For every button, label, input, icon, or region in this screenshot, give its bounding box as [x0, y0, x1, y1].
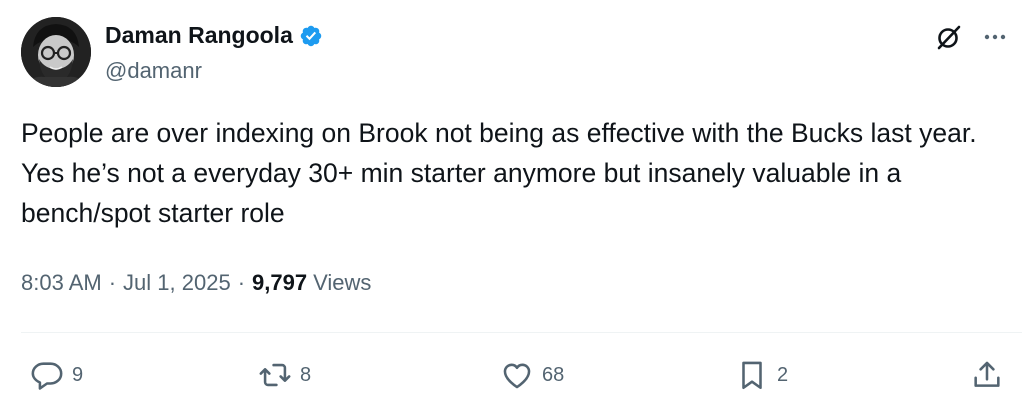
reply-count: 9 [72, 363, 84, 386]
bookmark-icon [735, 358, 769, 392]
tweet-meta: 8:03 AM · Jul 1, 2025 · 9,797 Views [21, 270, 371, 296]
more-icon[interactable] [982, 24, 1008, 50]
views-count[interactable]: 9,797 [252, 270, 307, 296]
repost-count: 8 [300, 363, 312, 386]
views-label[interactable]: Views [313, 270, 371, 296]
top-actions [934, 22, 1008, 52]
meta-separator: · [108, 270, 117, 295]
meta-separator: · [237, 270, 246, 295]
grok-icon[interactable] [934, 22, 964, 52]
share-icon [970, 358, 1004, 392]
tweet-time[interactable]: 8:03 AM [21, 270, 102, 296]
author-name-row[interactable]: Daman Rangoola [105, 22, 323, 49]
heart-icon [500, 358, 534, 392]
author-handle[interactable]: @damanr [105, 58, 202, 84]
author-display-name[interactable]: Daman Rangoola [105, 22, 293, 49]
like-button[interactable]: 68 [500, 358, 564, 392]
like-count: 68 [542, 363, 565, 386]
repost-icon [258, 358, 292, 392]
avatar[interactable] [21, 17, 91, 87]
divider [21, 332, 1022, 333]
bookmark-count: 2 [777, 363, 789, 386]
verified-badge-icon[interactable] [299, 24, 323, 48]
bookmark-button[interactable]: 2 [735, 358, 788, 392]
repost-button[interactable]: 8 [258, 358, 311, 392]
reply-button[interactable]: 9 [30, 358, 83, 392]
tweet-card: Daman Rangoola @damanr People are over i… [0, 0, 1022, 403]
share-button[interactable] [970, 358, 1004, 392]
tweet-text: People are over indexing on Brook not be… [21, 118, 977, 228]
tweet-date[interactable]: Jul 1, 2025 [123, 270, 231, 296]
reply-icon [30, 358, 64, 392]
avatar-image [21, 17, 91, 87]
